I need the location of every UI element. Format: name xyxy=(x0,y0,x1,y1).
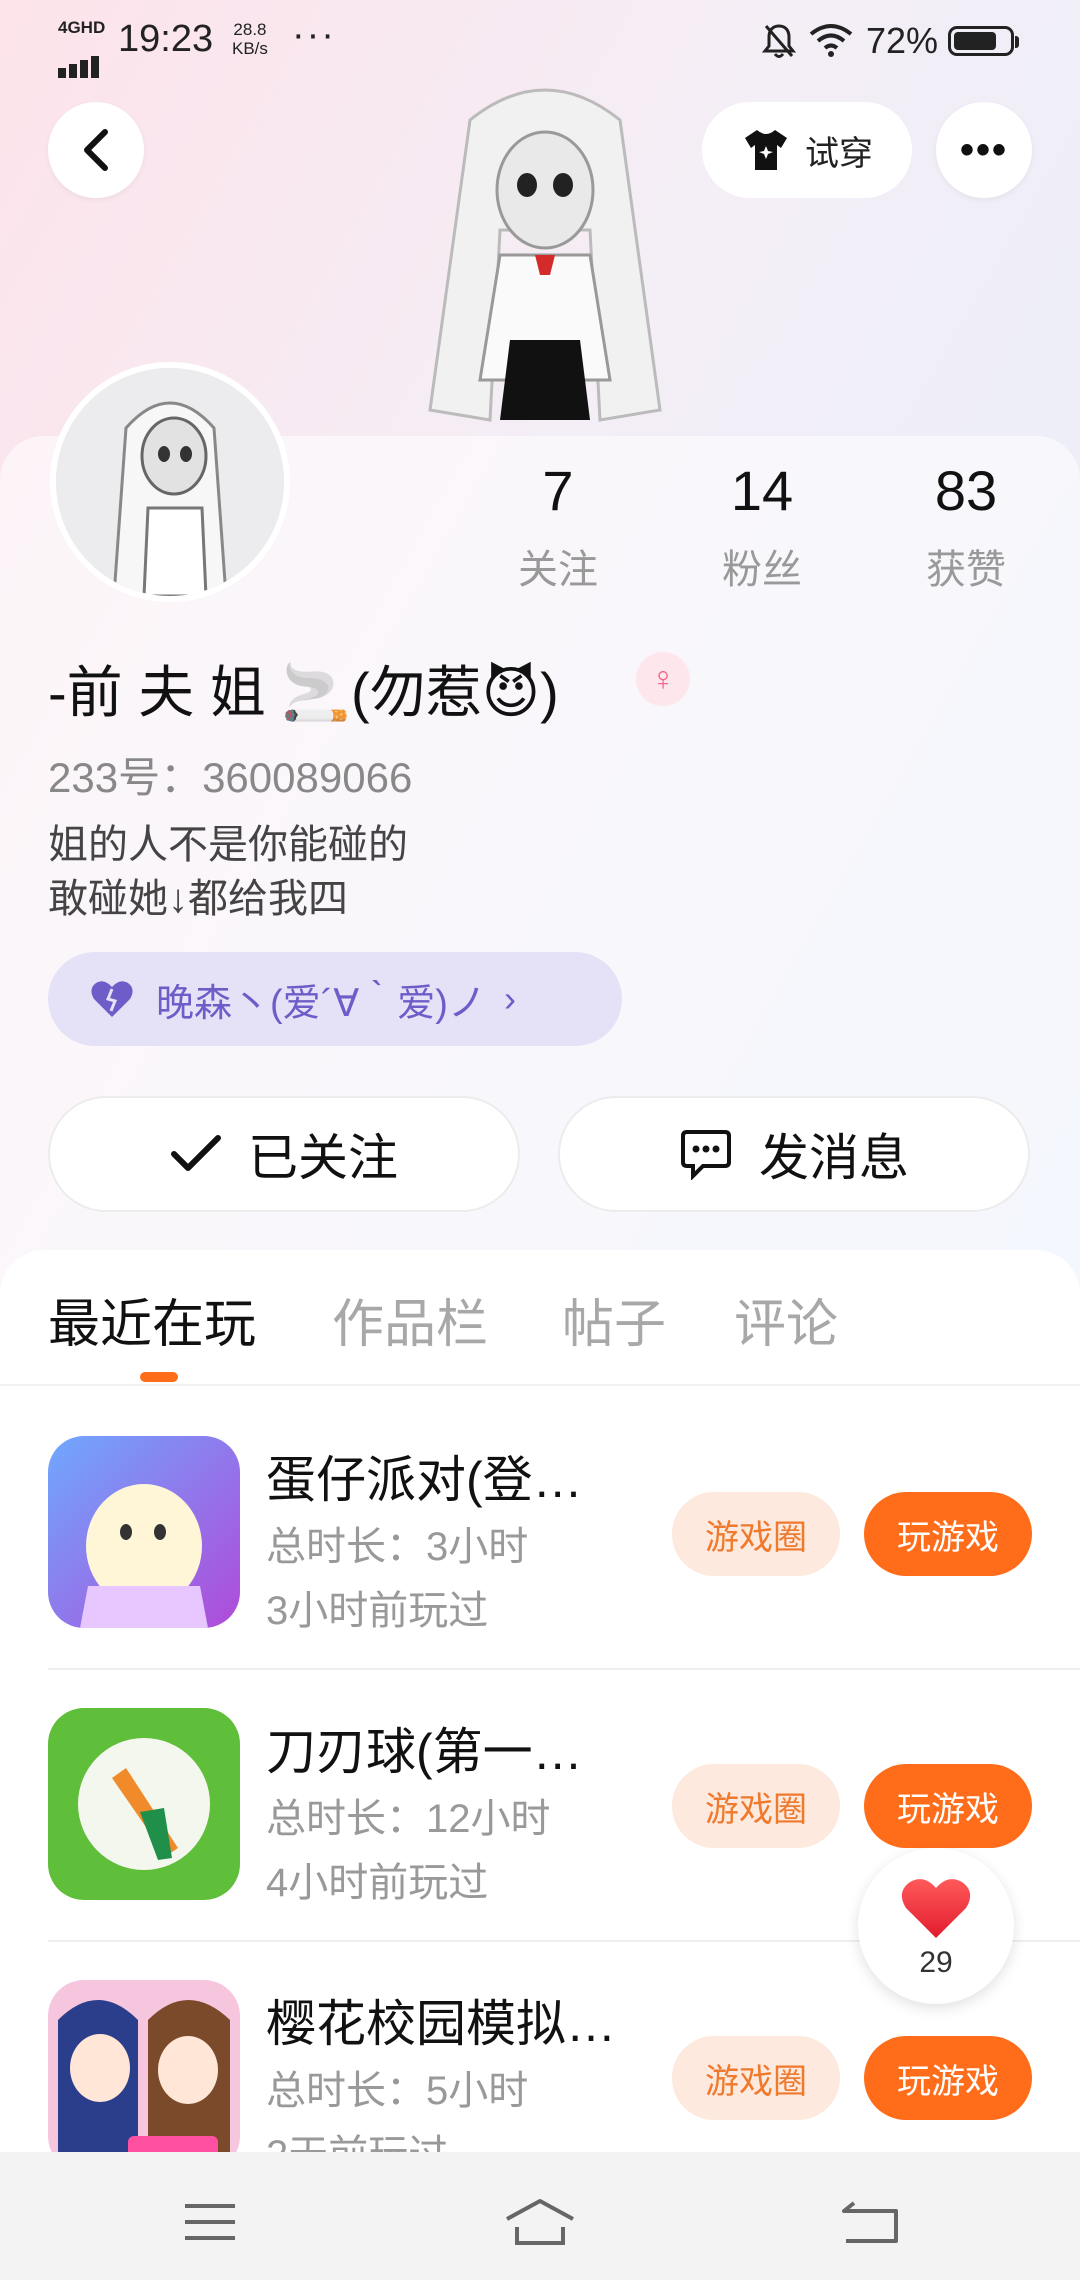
profile-name: -前 夫 姐 🚬(勿惹😈) xyxy=(48,661,559,724)
wifi-icon xyxy=(809,24,853,57)
avatar-image xyxy=(56,368,284,596)
status-bar: 4GHD 19:23 28.8 KB/s ··· 72% xyxy=(0,0,1080,84)
following-stat[interactable]: 7 关注 xyxy=(478,458,638,595)
back-button[interactable] xyxy=(48,102,144,198)
chat-bubble-icon xyxy=(681,1130,731,1180)
red-heart-icon xyxy=(901,1879,971,1938)
relationship-tag[interactable]: 晚森丶(爱´∀｀爱)ノ › xyxy=(48,952,622,1046)
following-count: 7 xyxy=(542,459,574,522)
likes-label: 获赞 xyxy=(926,548,1006,592)
home-icon xyxy=(506,2199,574,2245)
like-button[interactable]: 29 xyxy=(858,1848,1014,2004)
tab-comments[interactable]: 评论 xyxy=(734,1282,838,1357)
heart-icon xyxy=(91,981,133,1017)
following-button[interactable]: 已关注 xyxy=(48,1096,520,1212)
tabs-divider xyxy=(0,1384,1080,1386)
check-icon xyxy=(171,1135,221,1171)
back-nav-button[interactable] xyxy=(830,2192,910,2252)
female-gender-icon: ♀ xyxy=(636,652,690,706)
game-icon-blade-ball[interactable] xyxy=(48,1708,240,1900)
play-game-button[interactable]: 玩游戏 xyxy=(864,1492,1032,1576)
eggy-party-icon xyxy=(48,1436,240,1628)
tshirt-icon xyxy=(745,130,787,170)
game-last-played: 3小时前玩过 xyxy=(266,1589,489,1633)
try-on-label: 试穿 xyxy=(805,134,873,173)
game-title[interactable]: 樱花校园模拟… xyxy=(266,1984,616,2056)
active-tab-indicator xyxy=(140,1372,178,1382)
bio-line-2: 敢碰她↓都给我四 xyxy=(48,877,348,921)
more-options-button[interactable]: ••• xyxy=(936,102,1032,198)
blade-ball-icon xyxy=(48,1708,240,1900)
try-on-button[interactable]: 试穿 xyxy=(702,102,912,198)
game-circle-button[interactable]: 游戏圈 xyxy=(672,1764,840,1848)
avatar[interactable] xyxy=(50,362,290,602)
header-character-figure xyxy=(428,88,662,422)
user-id: 233号：360089066 xyxy=(48,754,413,801)
game-circle-button[interactable]: 游戏圈 xyxy=(672,2036,840,2120)
likes-stat[interactable]: 83 获赞 xyxy=(886,458,1046,595)
battery-percent: 72% xyxy=(866,20,939,61)
game-circle-button[interactable]: 游戏圈 xyxy=(672,1492,840,1576)
likes-count: 83 xyxy=(934,459,998,522)
tab-works[interactable]: 作品栏 xyxy=(332,1282,488,1357)
game-last-played: 4小时前玩过 xyxy=(266,1861,489,1905)
fans-label: 粉丝 xyxy=(722,548,802,592)
profile-bio: 姐的人不是你能碰的 敢碰她↓都给我四 xyxy=(48,818,408,926)
following-button-label: 已关注 xyxy=(248,1130,398,1186)
tab-posts[interactable]: 帖子 xyxy=(562,1282,666,1357)
send-message-label: 发消息 xyxy=(759,1130,909,1186)
fans-stat[interactable]: 14 粉丝 xyxy=(682,458,842,595)
game-title[interactable]: 刀刃球(第一… xyxy=(266,1712,583,1784)
play-game-button[interactable]: 玩游戏 xyxy=(864,2036,1032,2120)
game-title[interactable]: 蛋仔派对(登… xyxy=(266,1440,583,1512)
following-label: 关注 xyxy=(518,548,598,592)
menu-icon xyxy=(185,2204,235,2240)
return-icon xyxy=(842,2201,898,2243)
like-count: 29 xyxy=(919,1946,953,1979)
chevron-left-icon xyxy=(84,129,108,171)
home-nav-button[interactable] xyxy=(500,2192,580,2252)
signal-icon xyxy=(58,36,102,78)
game-duration: 总时长：3小时 xyxy=(266,1525,529,1569)
menu-nav-button[interactable] xyxy=(170,2192,250,2252)
mute-bell-icon xyxy=(762,24,796,58)
send-message-button[interactable]: 发消息 xyxy=(558,1096,1030,1212)
tab-recently-played[interactable]: 最近在玩 xyxy=(48,1282,256,1357)
status-time: 19:23 xyxy=(118,18,214,60)
network-type: 4GHD xyxy=(58,18,106,37)
bio-line-1: 姐的人不是你能碰的 xyxy=(48,823,408,867)
chevron-right-icon: › xyxy=(503,978,516,1019)
sakura-school-icon xyxy=(48,1980,240,2172)
network-speed: 28.8 KB/s xyxy=(232,20,268,58)
status-more-icon: ··· xyxy=(292,14,336,56)
system-navigation-bar xyxy=(0,2152,1080,2280)
game-icon-sakura-school[interactable] xyxy=(48,1980,240,2172)
battery-icon xyxy=(948,26,1019,56)
game-duration: 总时长：5小时 xyxy=(266,2069,529,2113)
more-dots-icon: ••• xyxy=(959,127,1008,172)
play-game-button[interactable]: 玩游戏 xyxy=(864,1764,1032,1848)
game-icon-eggy-party[interactable] xyxy=(48,1436,240,1628)
row-divider xyxy=(48,1668,1080,1670)
relationship-tag-label: 晚森丶(爱´∀｀爱)ノ xyxy=(156,982,486,1025)
game-duration: 总时长：12小时 xyxy=(266,1797,551,1841)
fans-count: 14 xyxy=(730,459,794,522)
